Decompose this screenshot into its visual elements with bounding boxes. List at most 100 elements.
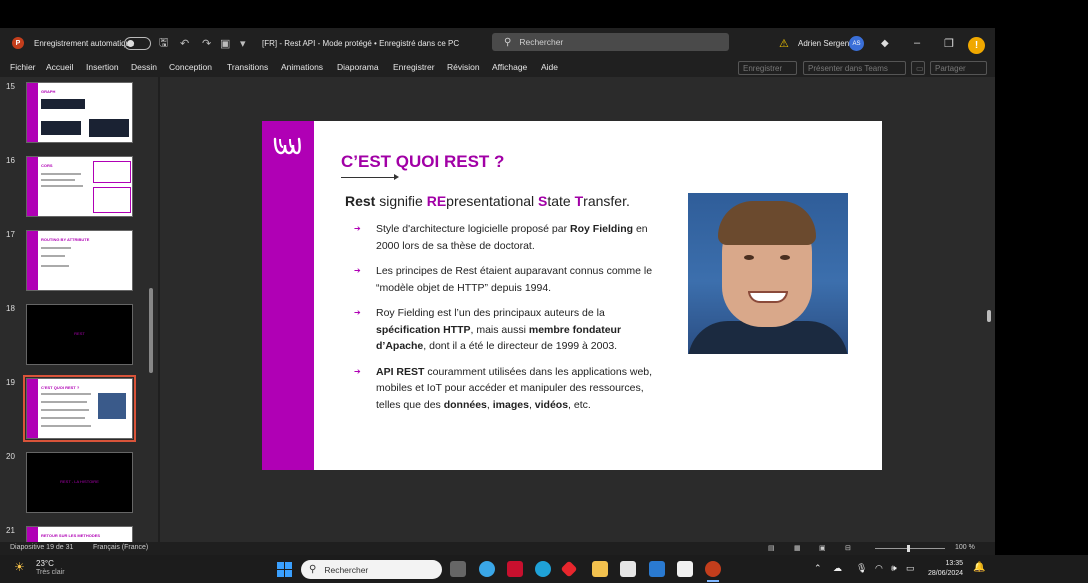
menu-accueil[interactable]: Accueil [46,62,73,72]
mcafee-icon[interactable] [507,561,523,577]
menu-enregistrer[interactable]: Enregistrer [393,62,435,72]
menu-transitions[interactable]: Transitions [227,62,268,72]
user-name[interactable]: Adrien Sergent [798,28,851,58]
menu-diaporama[interactable]: Diaporama [337,62,379,72]
undo-icon[interactable]: ↶ [180,28,189,58]
file-explorer-icon[interactable] [592,561,608,577]
slide-thumbnail-pane: 15 GRAPH 16 CORS 17 ROUTING BY ATTRIBUTE [0,77,158,542]
notification-bell-icon[interactable]: 🔔 [973,562,985,573]
photo-hair [718,201,816,245]
slide-thumbnail-19[interactable]: C'EST QUOI REST ? [23,375,136,442]
warning-icon[interactable]: ⚠ [779,28,789,58]
subtitle-part: tate [547,193,575,209]
powerpoint-taskbar-icon[interactable] [705,561,721,577]
reading-view-icon[interactable]: ▣ [819,544,826,552]
slide-thumbnail-20[interactable]: REST - LA HISTOIRE [26,452,133,513]
avatar[interactable]: AS [849,36,864,51]
editor-scrollbar[interactable] [985,78,994,508]
clock-date: 28/06/2024 [928,570,964,577]
slide-thumbnail-18[interactable]: REST [26,304,133,365]
thumb-number: 15 [6,82,15,91]
comments-icon[interactable]: ▭ [911,61,925,75]
portrait-photo[interactable] [688,193,848,354]
store-icon[interactable] [620,561,636,577]
vscode-icon[interactable] [649,561,665,577]
menu-conception[interactable]: Conception [169,62,212,72]
bullet-text: Roy Fielding est l’un des principaux aut… [376,307,605,319]
menu-fichier[interactable]: Fichier [10,62,36,72]
menu-affichage[interactable]: Affichage [492,62,527,72]
zoom-level[interactable]: 100 % [955,544,975,551]
app-diamond-icon[interactable] [560,560,578,578]
autosave-toggle[interactable] [124,28,152,58]
slide-sorter-icon[interactable]: ▦ [794,544,801,552]
bullet-bold: API REST [376,365,425,378]
slide-thumbnail-15[interactable]: GRAPH [26,82,133,143]
title-search-box[interactable]: ⚲ Rechercher [492,33,729,51]
subtitle-part: presentational [446,193,539,209]
scrollbar-thumb[interactable] [987,310,991,322]
search-placeholder: Rechercher [519,37,564,47]
present-icon[interactable]: ▣ [220,28,230,58]
slide-position[interactable]: Diapositive 19 de 31 [10,544,73,551]
windows-taskbar: ☀ 23°C Très clair ⚲ Rechercher ⌃ ☁ 🎙 ◠ 🕪… [0,555,1088,583]
subtitle-part: T [574,193,584,209]
menu-revision[interactable]: Révision [447,62,480,72]
zoom-slider[interactable] [875,545,945,552]
redo-icon[interactable]: ↷ [202,28,211,58]
chevron-up-icon[interactable]: ⌃ [814,563,822,574]
present-teams-button[interactable]: Présenter dans Teams [803,61,906,75]
zoom-slider-thumb[interactable] [907,545,910,552]
slideshow-icon[interactable]: ⊟ [845,544,851,552]
task-view-icon[interactable] [450,561,466,577]
thumb-number: 20 [6,452,15,461]
windows-start-icon[interactable] [277,562,292,577]
weather-icon[interactable]: ☀ [14,560,25,574]
weather-temp[interactable]: 23°C [36,559,54,568]
thumb-number: 18 [6,304,15,313]
bullet-text: Les principes de Rest étaient auparavant… [376,265,653,294]
taskbar-clock[interactable]: 13:35 28/06/2024 [928,559,963,579]
menu-aide[interactable]: Aide [541,62,558,72]
notepad-icon[interactable] [677,561,693,577]
thumb-text-line [41,401,87,403]
slide-thumbnail-16[interactable]: CORS [26,156,133,217]
microphone-icon[interactable]: 🎙 [856,563,867,574]
record-button[interactable]: Enregistrer [738,61,797,75]
slide-canvas[interactable]: C’EST QUOI REST ? Rest signifie REpresen… [262,121,882,470]
volume-icon[interactable]: 🕪 [891,563,897,574]
edge-icon[interactable] [535,561,551,577]
thumb-number: 21 [6,526,15,535]
weather-app-icon[interactable] [479,561,495,577]
notification-icon[interactable]: ! [968,37,985,54]
powerpoint-app-icon[interactable]: P [12,28,25,58]
onedrive-icon[interactable]: ☁ [833,563,842,574]
thumb-number: 19 [6,378,15,387]
scrollbar-thumb[interactable] [149,288,153,373]
menu-animations[interactable]: Animations [281,62,323,72]
title-arrow-icon [341,174,399,180]
autosave-label: Enregistrement automatique [34,38,135,48]
thumbnail-scrollbar[interactable] [147,78,155,538]
save-icon[interactable]: 🖫 [159,28,168,58]
slide-thumbnail-21[interactable]: RETOUR SUR LES METHODES [26,526,133,542]
premium-diamond-icon[interactable]: ◆ [881,28,889,58]
wifi-icon[interactable]: ◠ [875,563,883,574]
share-button[interactable]: Partager [930,61,987,75]
bullet-text: , mais aussi [470,323,529,336]
thumb-text-line [41,255,65,257]
menu-insertion[interactable]: Insertion [86,62,119,72]
record-button-label: Enregistrer [743,63,783,73]
customize-toolbar-icon[interactable]: ▾ [240,28,246,58]
normal-view-icon[interactable]: ▤ [768,544,775,552]
menu-dessin[interactable]: Dessin [131,62,157,72]
document-title: [FR] - Rest API - Mode protégé • Enregis… [262,38,460,48]
restore-icon[interactable]: ❐ [944,28,954,58]
minimize-icon[interactable]: – [914,28,920,58]
slide-thumbnail-17[interactable]: ROUTING BY ATTRIBUTE [26,230,133,291]
bullet-bold: images [492,398,529,411]
bullet-bold: vidéos [534,398,569,411]
battery-icon[interactable]: ▭ [906,563,915,574]
taskbar-search[interactable]: ⚲ Rechercher [301,560,442,579]
language-indicator[interactable]: Français (France) [93,544,148,551]
